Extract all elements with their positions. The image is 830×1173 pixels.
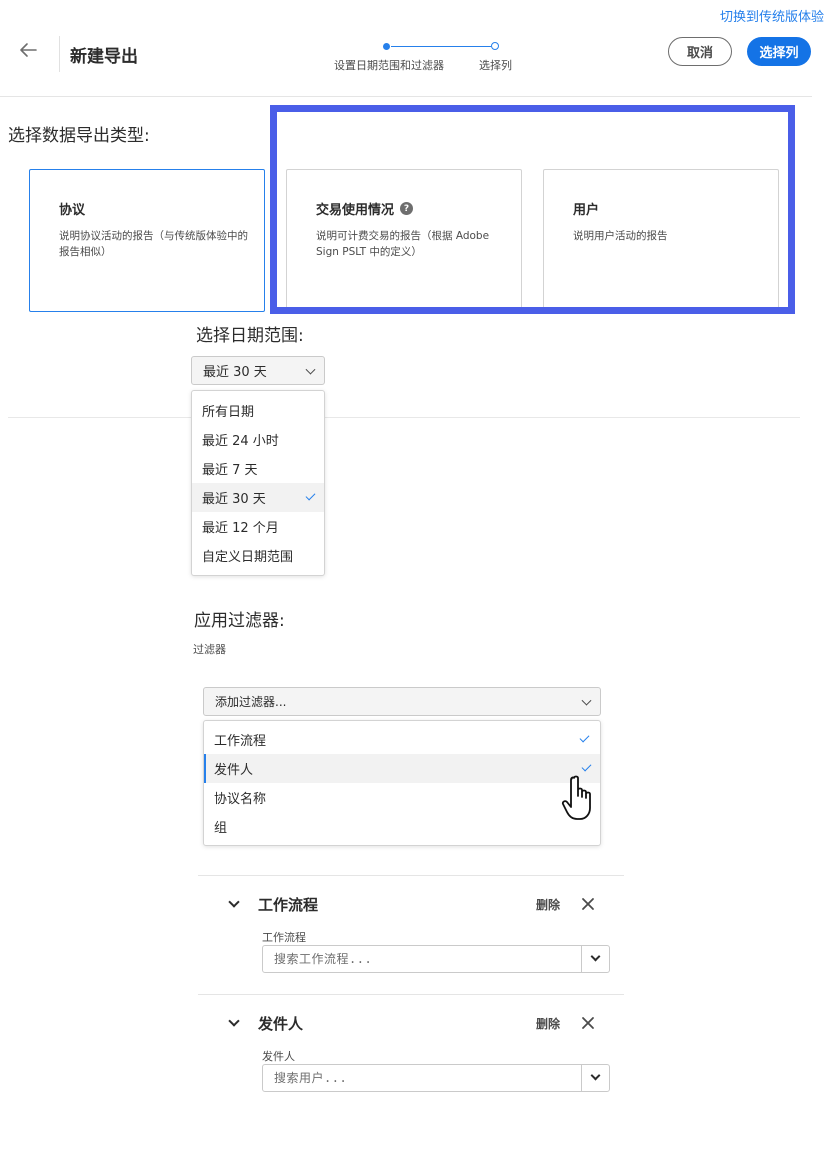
section-divider — [8, 417, 800, 418]
add-filter-select[interactable]: 添加过滤器... — [203, 687, 601, 716]
page-title: 新建导出 — [70, 47, 138, 67]
switch-to-classic-link[interactable]: 切换到传统版体验 — [720, 6, 824, 25]
field-label: 发件人 — [262, 1050, 295, 1063]
menu-item-last-7-days[interactable]: 最近 7 天 — [192, 454, 324, 483]
date-range-menu: 所有日期 最近 24 小时 最近 7 天 最近 30 天 最近 12 个月 自定… — [191, 390, 325, 576]
menu-item-workflow[interactable]: 工作流程 — [204, 725, 600, 754]
delete-filter-button[interactable]: 删除 — [536, 896, 560, 913]
back-arrow-icon[interactable] — [16, 38, 40, 62]
highlight-annotation-box — [270, 105, 795, 314]
menu-item-last-30-days[interactable]: 最近 30 天 — [192, 483, 324, 512]
combobox-toggle-button[interactable] — [581, 1065, 609, 1091]
menu-item-sender[interactable]: 发件人 — [204, 754, 600, 783]
checkmark-icon — [581, 761, 592, 772]
close-icon[interactable] — [581, 897, 595, 911]
card-title: 协议 — [59, 203, 86, 218]
card-description: 说明协议活动的报告（与传统版体验中的报告相似） — [59, 230, 248, 258]
step-indicator-next — [491, 42, 499, 50]
date-range-heading: 选择日期范围: — [196, 326, 304, 346]
menu-item-custom-range[interactable]: 自定义日期范围 — [192, 541, 324, 570]
combobox-toggle-button[interactable] — [581, 946, 609, 972]
date-range-value: 最近 30 天 — [203, 365, 267, 380]
menu-item-all-dates[interactable]: 所有日期 — [192, 396, 324, 425]
filter-row-title: 工作流程 — [258, 896, 319, 914]
chevron-down-icon[interactable] — [228, 1015, 240, 1027]
step-label-date-filters: 设置日期范围和过滤器 — [334, 59, 444, 72]
filter-menu: 工作流程 发件人 协议名称 组 — [203, 720, 601, 846]
cancel-button[interactable]: 取消 — [668, 37, 732, 66]
menu-item-last-24-hours[interactable]: 最近 24 小时 — [192, 425, 324, 454]
sender-search-combobox — [262, 1064, 610, 1092]
filter-row-divider — [198, 994, 624, 995]
chevron-down-icon — [590, 951, 601, 962]
field-label: 工作流程 — [262, 931, 306, 944]
menu-item-label: 工作流程 — [214, 734, 267, 749]
header-divider — [59, 36, 60, 72]
step-label-select-columns: 选择列 — [479, 59, 512, 72]
close-icon[interactable] — [581, 1016, 595, 1030]
delete-filter-button[interactable]: 删除 — [536, 1015, 560, 1032]
export-card-agreements[interactable]: 协议 说明协议活动的报告（与传统版体验中的报告相似） — [29, 169, 265, 312]
filters-label: 过滤器 — [193, 643, 226, 656]
header-divider-line — [0, 96, 812, 97]
export-type-heading: 选择数据导出类型: — [8, 126, 150, 146]
user-search-input[interactable] — [263, 1065, 582, 1091]
filter-row-divider — [198, 875, 624, 876]
date-range-select[interactable]: 最近 30 天 — [191, 356, 325, 385]
filter-row-title: 发件人 — [258, 1015, 304, 1033]
chevron-down-icon[interactable] — [228, 896, 240, 908]
checkmark-icon — [305, 490, 316, 501]
checkmark-icon — [579, 732, 590, 743]
step-indicator-current — [383, 43, 390, 50]
workflow-search-combobox — [262, 945, 610, 973]
menu-item-agreement-name[interactable]: 协议名称 — [204, 783, 600, 812]
add-filter-placeholder: 添加过滤器... — [215, 695, 287, 709]
workflow-search-input[interactable] — [263, 946, 582, 972]
stepper-line — [391, 46, 491, 47]
chevron-down-icon — [590, 1070, 601, 1081]
menu-item-last-12-months[interactable]: 最近 12 个月 — [192, 512, 324, 541]
menu-item-label: 最近 30 天 — [202, 492, 266, 507]
select-columns-button[interactable]: 选择列 — [747, 37, 811, 66]
chevron-down-icon — [581, 695, 592, 706]
menu-item-group[interactable]: 组 — [204, 812, 600, 841]
chevron-down-icon — [305, 364, 316, 375]
hand-cursor-icon — [561, 775, 591, 820]
menu-item-label: 发件人 — [214, 763, 254, 778]
filters-heading: 应用过滤器: — [194, 611, 285, 631]
